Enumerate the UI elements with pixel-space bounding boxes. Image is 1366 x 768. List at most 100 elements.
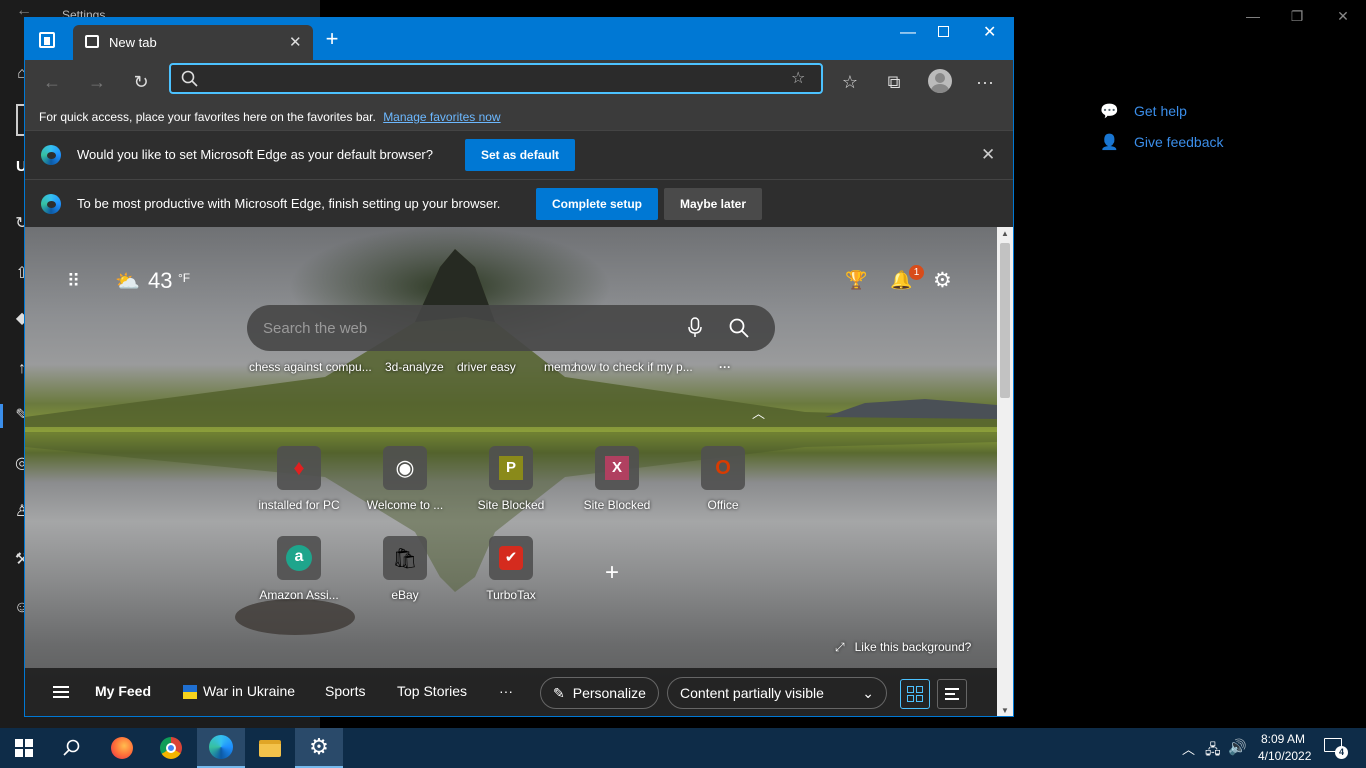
notification-count-badge: 4 (1335, 746, 1348, 759)
firefox-app[interactable] (98, 728, 146, 768)
personalize-button[interactable]: ✎ Personalize (540, 677, 659, 709)
recent-search-2[interactable]: 3d-analyze (385, 360, 444, 374)
tile-icon: P (499, 456, 523, 480)
quick-link-tile[interactable]: O Office (675, 446, 771, 512)
quick-link-tile[interactable]: 🛍 eBay (357, 536, 453, 602)
collections-icon[interactable]: ⧉ (879, 68, 909, 96)
taskbar-search-button[interactable] (48, 728, 96, 768)
search-icon[interactable] (729, 318, 749, 338)
weather-sun-cloud-icon[interactable]: ⛅ (115, 269, 140, 294)
clock[interactable]: 8:09 AM 4/10/2022 (1258, 732, 1312, 763)
profile-avatar[interactable] (928, 69, 952, 93)
new-tab-button[interactable]: + (319, 26, 345, 52)
show-hidden-icons[interactable]: ︿ (1182, 739, 1195, 758)
like-background-button[interactable]: ⤢ Like this background? (835, 640, 971, 655)
edge-app[interactable] (197, 728, 245, 768)
list-layout-button[interactable] (937, 679, 967, 709)
feed-more-icon[interactable]: ··· (499, 683, 513, 699)
setup-message: To be most productive with Microsoft Edg… (77, 196, 501, 211)
toolbar: ← → ↻ ☆ ☆ ⧉ ··· (25, 60, 1013, 104)
quick-link-tile[interactable]: ◉ Welcome to ... (357, 446, 453, 512)
minimize-icon[interactable]: — (900, 24, 916, 42)
address-bar[interactable]: ☆ (169, 63, 823, 94)
add-shortcut-icon[interactable]: + (605, 559, 619, 587)
more-menu-icon[interactable]: ··· (970, 68, 1000, 96)
volume-icon[interactable]: 🔊 (1228, 738, 1247, 756)
forward-icon[interactable]: → (82, 68, 112, 96)
close-tab-icon[interactable]: ✕ (289, 33, 302, 51)
collapse-chevron-icon[interactable]: ︿ (752, 403, 765, 422)
setup-bar: To be most productive with Microsoft Edg… (25, 179, 1013, 227)
recent-search-3[interactable]: driver easy (457, 360, 516, 374)
quick-link-tile[interactable]: ♦ installed for PC (251, 446, 347, 512)
more-searches-icon[interactable]: ··· (719, 360, 731, 374)
recent-search-1[interactable]: chess against compu... (249, 360, 372, 374)
clock-time: 8:09 AM (1260, 732, 1306, 746)
tile-icon: ♦ (293, 455, 305, 480)
turbotax-icon: ✔ (499, 546, 523, 570)
minimize-icon[interactable]: — (1230, 4, 1276, 28)
maybe-later-button[interactable]: Maybe later (664, 188, 763, 220)
file-explorer-app[interactable] (246, 728, 294, 768)
amazon-assistant-icon: a (286, 545, 312, 571)
manage-favorites-link[interactable]: Manage favorites now (383, 110, 500, 124)
maximize-icon[interactable] (938, 26, 949, 37)
start-button[interactable] (0, 728, 48, 768)
new-tab-page: ⠿ ⛅ 43 °F 🏆 🔔 1 ⚙ chess against compu...… (25, 227, 997, 716)
edge-logo-icon (41, 194, 61, 214)
close-icon[interactable]: ✕ (1320, 4, 1366, 28)
web-search-input[interactable] (263, 315, 663, 341)
network-icon[interactable]: 🖧 (1205, 739, 1221, 763)
scrollbar[interactable]: ▲ ▼ (997, 227, 1013, 716)
edge-icon (209, 735, 233, 759)
my-feed-tab[interactable]: My Feed (95, 683, 151, 699)
refresh-icon[interactable]: ↻ (126, 68, 156, 96)
settings-gear-icon[interactable]: ⚙ (933, 268, 952, 293)
clock-date: 4/10/2022 (1258, 749, 1312, 763)
add-favorite-icon[interactable]: ☆ (791, 68, 805, 88)
tab-new-tab[interactable]: New tab ✕ (73, 25, 313, 60)
feed-tab-war-in-ukraine[interactable]: War in Ukraine (203, 683, 295, 699)
close-infobar-icon[interactable]: ✕ (981, 145, 995, 165)
chat-help-icon: 💬 (1100, 103, 1119, 120)
tab-actions-icon[interactable] (39, 32, 55, 48)
recent-search-4[interactable]: memz (544, 360, 577, 374)
give-feedback-link[interactable]: 👤 Give feedback (1100, 133, 1224, 151)
personalize-label: Personalize (572, 685, 646, 701)
favorites-icon[interactable]: ☆ (835, 68, 865, 96)
back-icon[interactable]: ← (37, 68, 67, 96)
microphone-icon[interactable] (687, 317, 703, 339)
set-as-default-button[interactable]: Set as default (465, 139, 576, 171)
gear-icon: ⚙ (309, 734, 329, 759)
scrollbar-thumb[interactable] (1000, 243, 1010, 398)
feed-tab-top-stories[interactable]: Top Stories (397, 683, 467, 699)
hamburger-menu-icon[interactable] (53, 686, 69, 698)
web-search-box[interactable] (247, 305, 775, 351)
settings-app[interactable]: ⚙ (295, 728, 343, 768)
content-visibility-value: Content partially visible (680, 685, 824, 701)
chrome-app[interactable] (147, 728, 195, 768)
recent-search-5[interactable]: how to check if my p... (574, 360, 693, 374)
rewards-trophy-icon[interactable]: 🏆 (845, 270, 867, 291)
scroll-up-icon[interactable]: ▲ (1001, 229, 1009, 238)
quick-link-tile[interactable]: X Site Blocked (569, 446, 665, 512)
restore-icon[interactable]: ❐ (1274, 4, 1320, 28)
quick-link-tile[interactable]: P Site Blocked (463, 446, 559, 512)
close-window-icon[interactable]: ✕ (983, 22, 996, 42)
grid-layout-button[interactable] (900, 679, 930, 709)
feed-bar: My Feed War in Ukraine Sports Top Storie… (25, 668, 997, 716)
taskbar: ⚙ ︿ 🖧 🔊 8:09 AM 4/10/2022 4 (0, 728, 1366, 768)
ukraine-flag-icon (183, 685, 197, 699)
get-help-link[interactable]: 💬 Get help (1100, 102, 1187, 120)
temperature[interactable]: 43 (148, 268, 172, 294)
apps-launcher-icon[interactable]: ⠿ (67, 271, 87, 291)
get-help-label: Get help (1134, 103, 1187, 119)
quick-link-tile[interactable]: ✔ TurboTax (463, 536, 559, 602)
new-tab-page-icon (85, 35, 99, 48)
complete-setup-button[interactable]: Complete setup (536, 188, 659, 220)
content-visibility-dropdown[interactable]: Content partially visible ⌄ (667, 677, 887, 709)
feed-tab-sports[interactable]: Sports (325, 683, 365, 699)
quick-link-tile[interactable]: a Amazon Assi... (251, 536, 347, 602)
action-center-button[interactable]: 4 (1324, 738, 1348, 759)
scroll-down-icon[interactable]: ▼ (1001, 706, 1009, 715)
